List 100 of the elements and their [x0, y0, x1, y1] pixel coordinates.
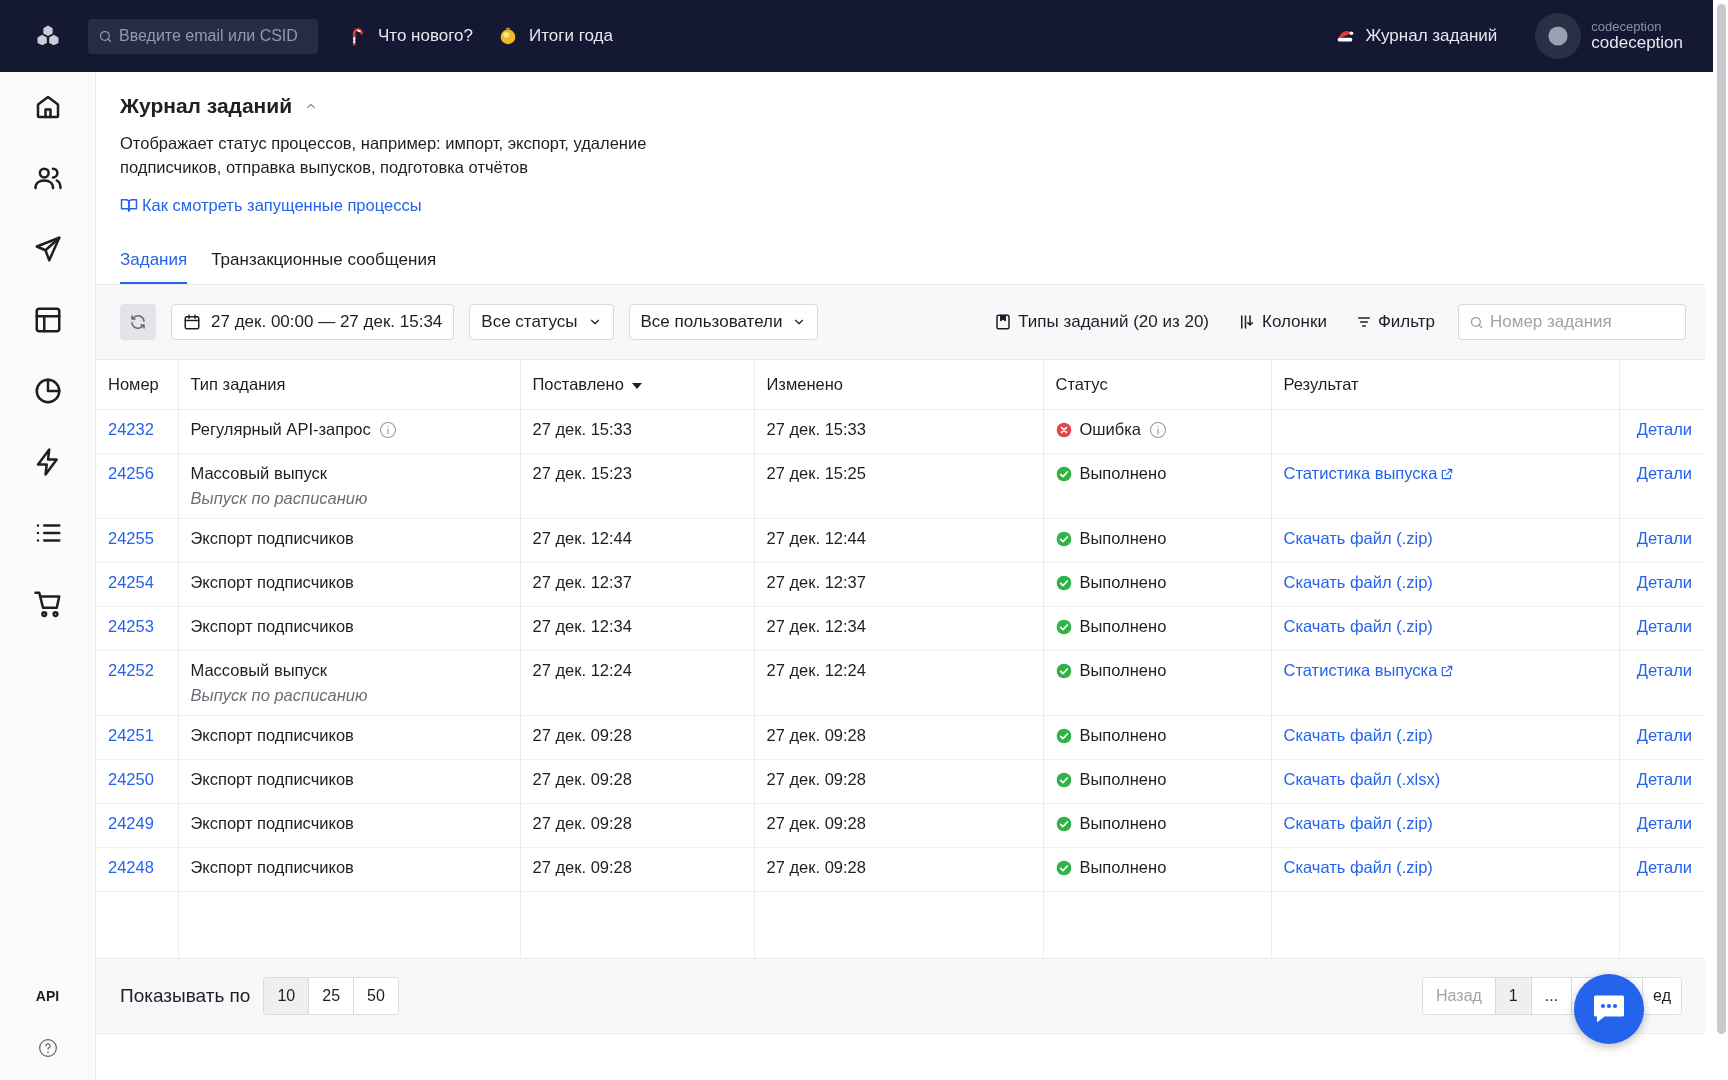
tab[interactable]: Транзакционные сообщения: [211, 250, 437, 285]
search-box[interactable]: Введите email или CSID: [88, 18, 318, 54]
job-type: Экспорт подписчиков: [190, 814, 354, 834]
search-icon: [98, 28, 113, 44]
user-dropdown[interactable]: Все пользователи: [628, 304, 819, 341]
details-link[interactable]: Детали: [1636, 858, 1692, 878]
job-type: Экспорт подписчиков: [190, 573, 354, 593]
created-time: 27 дек. 12:37: [532, 573, 632, 592]
details-link[interactable]: Детали: [1636, 617, 1692, 637]
details-link[interactable]: Детали: [1636, 726, 1692, 746]
status-label: Выполнено: [1079, 573, 1167, 593]
download-link[interactable]: Скачать файл (.zip): [1283, 814, 1433, 834]
date-range-picker[interactable]: 27 дек. 00:00 — 27 дек. 15:34: [171, 304, 455, 341]
api-link[interactable]: API: [35, 988, 60, 1004]
column-header: Результат: [1283, 375, 1359, 394]
changed-time: 27 дек. 15:33: [766, 420, 866, 439]
created-time: 27 дек. 12:24: [532, 661, 632, 680]
page-size-option[interactable]: 10: [264, 978, 310, 1015]
column-header: Статус: [1055, 375, 1108, 394]
created-time: 27 дек. 09:28: [532, 726, 632, 745]
status-label: Ошибка: [1079, 420, 1141, 440]
filter-button[interactable]: Фильтр: [1355, 312, 1435, 333]
job-number-link[interactable]: 24254: [108, 573, 154, 593]
status-label: Выполнено: [1079, 726, 1167, 746]
download-link[interactable]: Скачать файл (.zip): [1283, 726, 1433, 746]
download-link[interactable]: Скачать файл (.zip): [1283, 529, 1433, 549]
job-search-box[interactable]: Номер задания: [1458, 304, 1686, 341]
account-org: codeception: [1591, 19, 1663, 34]
details-link[interactable]: Детали: [1636, 661, 1692, 681]
columns-button[interactable]: Колонки: [1238, 312, 1327, 333]
details-link[interactable]: Детали: [1636, 529, 1692, 549]
stats-link[interactable]: Статистика выпуска: [1283, 464, 1455, 484]
job-log-link[interactable]: Журнал заданий: [1333, 25, 1498, 47]
send-icon[interactable]: [32, 234, 63, 264]
job-number-link[interactable]: 24252: [108, 661, 154, 681]
book-icon: [120, 196, 138, 215]
details-link[interactable]: Детали: [1636, 573, 1692, 593]
changed-time: 27 дек. 12:44: [766, 529, 866, 548]
page-button[interactable]: 1: [1495, 978, 1532, 1015]
stats-link[interactable]: Статистика выпуска: [1283, 661, 1455, 681]
avatar-icon: [1535, 13, 1582, 59]
job-type: Экспорт подписчиков: [190, 617, 354, 637]
refresh-icon[interactable]: [120, 304, 156, 341]
changed-time: 27 дек. 09:28: [766, 858, 866, 877]
details-link[interactable]: Детали: [1636, 814, 1692, 834]
search-field[interactable]: Введите email или CSID: [119, 18, 309, 54]
job-type: Экспорт подписчиков: [190, 726, 354, 746]
nav-link[interactable]: Итоги года: [497, 25, 613, 47]
details-link[interactable]: Детали: [1636, 464, 1692, 484]
download-link[interactable]: Скачать файл (.zip): [1283, 858, 1433, 878]
next-page-button[interactable]: ед: [1642, 978, 1681, 1015]
job-type: Массовый выпуск: [190, 661, 327, 681]
download-link[interactable]: Скачать файл (.zip): [1283, 573, 1433, 593]
job-type: Экспорт подписчиков: [190, 529, 354, 549]
job-number-link[interactable]: 24256: [108, 464, 154, 484]
changed-time: 27 дек. 09:28: [766, 726, 866, 745]
cart-icon[interactable]: [32, 589, 63, 619]
download-link[interactable]: Скачать файл (.xlsx): [1283, 770, 1441, 790]
changed-time: 27 дек. 15:25: [766, 464, 866, 483]
job-number-link[interactable]: 24253: [108, 617, 154, 637]
page-size-label: Показывать по: [120, 985, 251, 1008]
created-time: 27 дек. 12:44: [532, 529, 632, 548]
help-icon[interactable]: [37, 1038, 58, 1058]
job-number-link[interactable]: 24250: [108, 770, 154, 790]
search-icon: [1469, 314, 1484, 330]
created-time: 27 дек. 12:34: [532, 617, 632, 636]
column-header[interactable]: Поставлено: [532, 375, 642, 394]
job-type: Регулярный API-запрос: [190, 420, 371, 440]
download-link[interactable]: Скачать файл (.zip): [1283, 617, 1433, 637]
status-label: Выполнено: [1079, 814, 1167, 834]
created-time: 27 дек. 15:33: [532, 420, 632, 439]
job-number-link[interactable]: 24251: [108, 726, 154, 746]
job-subtitle: Выпуск по расписанию: [190, 489, 369, 509]
job-types-button[interactable]: Типы заданий (20 из 20): [994, 312, 1209, 333]
job-number-link[interactable]: 24255: [108, 529, 154, 549]
columns-icon: [1238, 313, 1256, 332]
nav-link[interactable]: Что нового?: [346, 25, 473, 47]
changed-time: 27 дек. 12:37: [766, 573, 866, 592]
created-time: 27 дек. 09:28: [532, 858, 632, 877]
calendar-icon: [183, 313, 201, 332]
account-menu[interactable]: codeception codeception: [1535, 13, 1683, 59]
column-header: Номер: [108, 375, 159, 394]
job-type: Экспорт подписчиков: [190, 770, 354, 790]
bookmark-square-icon: [994, 313, 1013, 332]
status-label: Выполнено: [1079, 661, 1167, 681]
created-time: 27 дек. 09:28: [532, 770, 632, 789]
page-description: Отображает статус процессов, например: импорт, экспорт, удаление подписчиков, отправка выпусков, подготовка отчётов: [120, 133, 648, 178]
changed-time: 27 дек. 09:28: [766, 814, 866, 833]
details-link[interactable]: Детали: [1636, 420, 1692, 440]
status-dropdown[interactable]: Все статусы: [469, 304, 614, 341]
job-type: Массовый выпуск: [190, 464, 327, 484]
job-type: Экспорт подписчиков: [190, 858, 354, 878]
details-link[interactable]: Детали: [1636, 770, 1692, 790]
job-number-link[interactable]: 24232: [108, 420, 154, 440]
changed-time: 27 дек. 09:28: [766, 770, 866, 789]
job-number-link[interactable]: 24248: [108, 858, 154, 878]
job-subtitle: Выпуск по расписанию: [190, 686, 369, 706]
help-link[interactable]: Как смотреть запущенные процессы: [120, 195, 422, 215]
job-number-link[interactable]: 24249: [108, 814, 154, 834]
status-label: Выполнено: [1079, 858, 1167, 878]
